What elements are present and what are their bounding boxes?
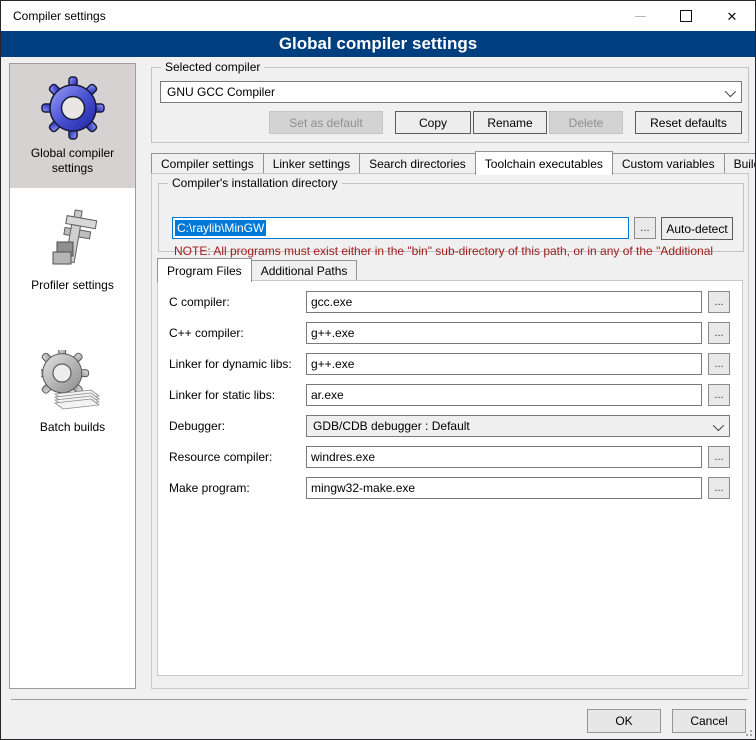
maximize-button[interactable] <box>663 1 709 31</box>
resource-compiler-browse-button[interactable]: ... <box>708 446 730 468</box>
install-dir-legend: Compiler's installation directory <box>168 176 342 190</box>
linker-static-browse-button[interactable]: ... <box>708 384 730 406</box>
selected-compiler-legend: Selected compiler <box>161 60 264 74</box>
blue-gear-icon <box>41 76 105 140</box>
field-row-resource-compiler: Resource compiler: ... <box>158 446 742 468</box>
field-row-linker-dynamic: Linker for dynamic libs: ... <box>158 353 742 375</box>
field-row-debugger: Debugger: GDB/CDB debugger : Default <box>158 415 742 437</box>
make-program-browse-button[interactable]: ... <box>708 477 730 499</box>
c-compiler-browse-button[interactable]: ... <box>708 291 730 313</box>
resize-grip[interactable] <box>742 726 752 736</box>
set-as-default-button: Set as default <box>269 111 383 134</box>
program-files-page: C compiler: ... C++ compiler: ... Linker… <box>157 280 743 676</box>
sidebar-item-batch-builds[interactable]: Batch builds <box>10 334 135 450</box>
sidebar-item-label: Profiler settings <box>31 278 114 293</box>
compiler-settings-dialog: Compiler settings ✕ Global compiler sett… <box>0 0 756 740</box>
tab-build-options-truncated[interactable]: Build options <box>724 153 756 174</box>
compiler-select[interactable]: GNU GCC Compiler <box>160 81 742 103</box>
settings-category-list: Global compiler settings Profiler settin… <box>9 63 136 689</box>
linker-dynamic-browse-button[interactable]: ... <box>708 353 730 375</box>
toolchain-subtab-bar: Program Files Additional Paths <box>157 258 356 281</box>
tab-search-directories[interactable]: Search directories <box>359 153 476 174</box>
titlebar: Compiler settings ✕ <box>1 1 755 31</box>
rename-button[interactable]: Rename <box>473 111 547 134</box>
maximize-icon <box>680 10 692 22</box>
field-row-cpp-compiler: C++ compiler: ... <box>158 322 742 344</box>
field-label: Debugger: <box>169 419 225 433</box>
subtab-additional-paths[interactable]: Additional Paths <box>251 260 358 281</box>
tab-custom-variables[interactable]: Custom variables <box>612 153 725 174</box>
debugger-select-value: GDB/CDB debugger : Default <box>313 419 470 433</box>
field-row-linker-static: Linker for static libs: ... <box>158 384 742 406</box>
page-title: Global compiler settings <box>1 31 755 57</box>
sidebar-item-global-compiler-settings[interactable]: Global compiler settings <box>10 64 135 188</box>
window-title: Compiler settings <box>13 1 106 31</box>
make-program-input[interactable] <box>306 477 702 499</box>
copy-button[interactable]: Copy <box>395 111 471 134</box>
install-dir-selected-text: C:\raylib\MinGW <box>175 220 266 236</box>
minimize-button <box>617 1 663 31</box>
cpp-compiler-browse-button[interactable]: ... <box>708 322 730 344</box>
field-row-c-compiler: C compiler: ... <box>158 291 742 313</box>
gray-gear-stack-icon <box>41 350 105 414</box>
reset-defaults-button[interactable]: Reset defaults <box>635 111 742 134</box>
cpp-compiler-input[interactable] <box>306 322 702 344</box>
caliper-icon <box>41 208 105 272</box>
resource-compiler-input[interactable] <box>306 446 702 468</box>
minimize-icon <box>635 16 646 17</box>
footer-divider <box>11 699 747 700</box>
field-row-make-program: Make program: ... <box>158 477 742 499</box>
install-dir-note: NOTE: All programs must exist either in … <box>174 244 740 258</box>
close-icon: ✕ <box>727 10 738 23</box>
field-label: Linker for dynamic libs: <box>169 357 292 371</box>
install-dir-group: Compiler's installation directory C:\ray… <box>158 183 744 252</box>
install-dir-input[interactable]: C:\raylib\MinGW <box>172 217 629 239</box>
tab-toolchain-executables[interactable]: Toolchain executables <box>475 151 613 175</box>
cancel-button[interactable]: Cancel <box>672 709 746 733</box>
selected-compiler-group: Selected compiler GNU GCC Compiler Set a… <box>151 67 749 143</box>
linker-dynamic-input[interactable] <box>306 353 702 375</box>
sidebar-item-label: Batch builds <box>40 420 105 435</box>
field-label: Resource compiler: <box>169 450 272 464</box>
chevron-down-icon <box>713 420 724 431</box>
ok-button[interactable]: OK <box>587 709 661 733</box>
linker-static-input[interactable] <box>306 384 702 406</box>
toolchain-executables-panel: Compiler's installation directory C:\ray… <box>151 173 749 689</box>
close-button[interactable]: ✕ <box>709 1 755 31</box>
field-label: Make program: <box>169 481 250 495</box>
field-label: C compiler: <box>169 295 230 309</box>
delete-button: Delete <box>549 111 623 134</box>
c-compiler-input[interactable] <box>306 291 702 313</box>
field-label: Linker for static libs: <box>169 388 275 402</box>
chevron-down-icon <box>725 86 736 97</box>
compiler-select-value: GNU GCC Compiler <box>167 85 275 99</box>
debugger-select[interactable]: GDB/CDB debugger : Default <box>306 415 730 437</box>
sidebar-item-label: Global compiler settings <box>10 146 135 176</box>
field-label: C++ compiler: <box>169 326 244 340</box>
subtab-program-files[interactable]: Program Files <box>157 258 252 282</box>
auto-detect-button[interactable]: Auto-detect <box>661 217 733 240</box>
settings-tab-bar: Compiler settings Linker settings Search… <box>151 151 749 174</box>
install-dir-browse-button[interactable]: ... <box>634 217 656 239</box>
tab-compiler-settings[interactable]: Compiler settings <box>151 153 264 174</box>
sidebar-item-profiler-settings[interactable]: Profiler settings <box>10 194 135 306</box>
tab-linker-settings[interactable]: Linker settings <box>263 153 360 174</box>
